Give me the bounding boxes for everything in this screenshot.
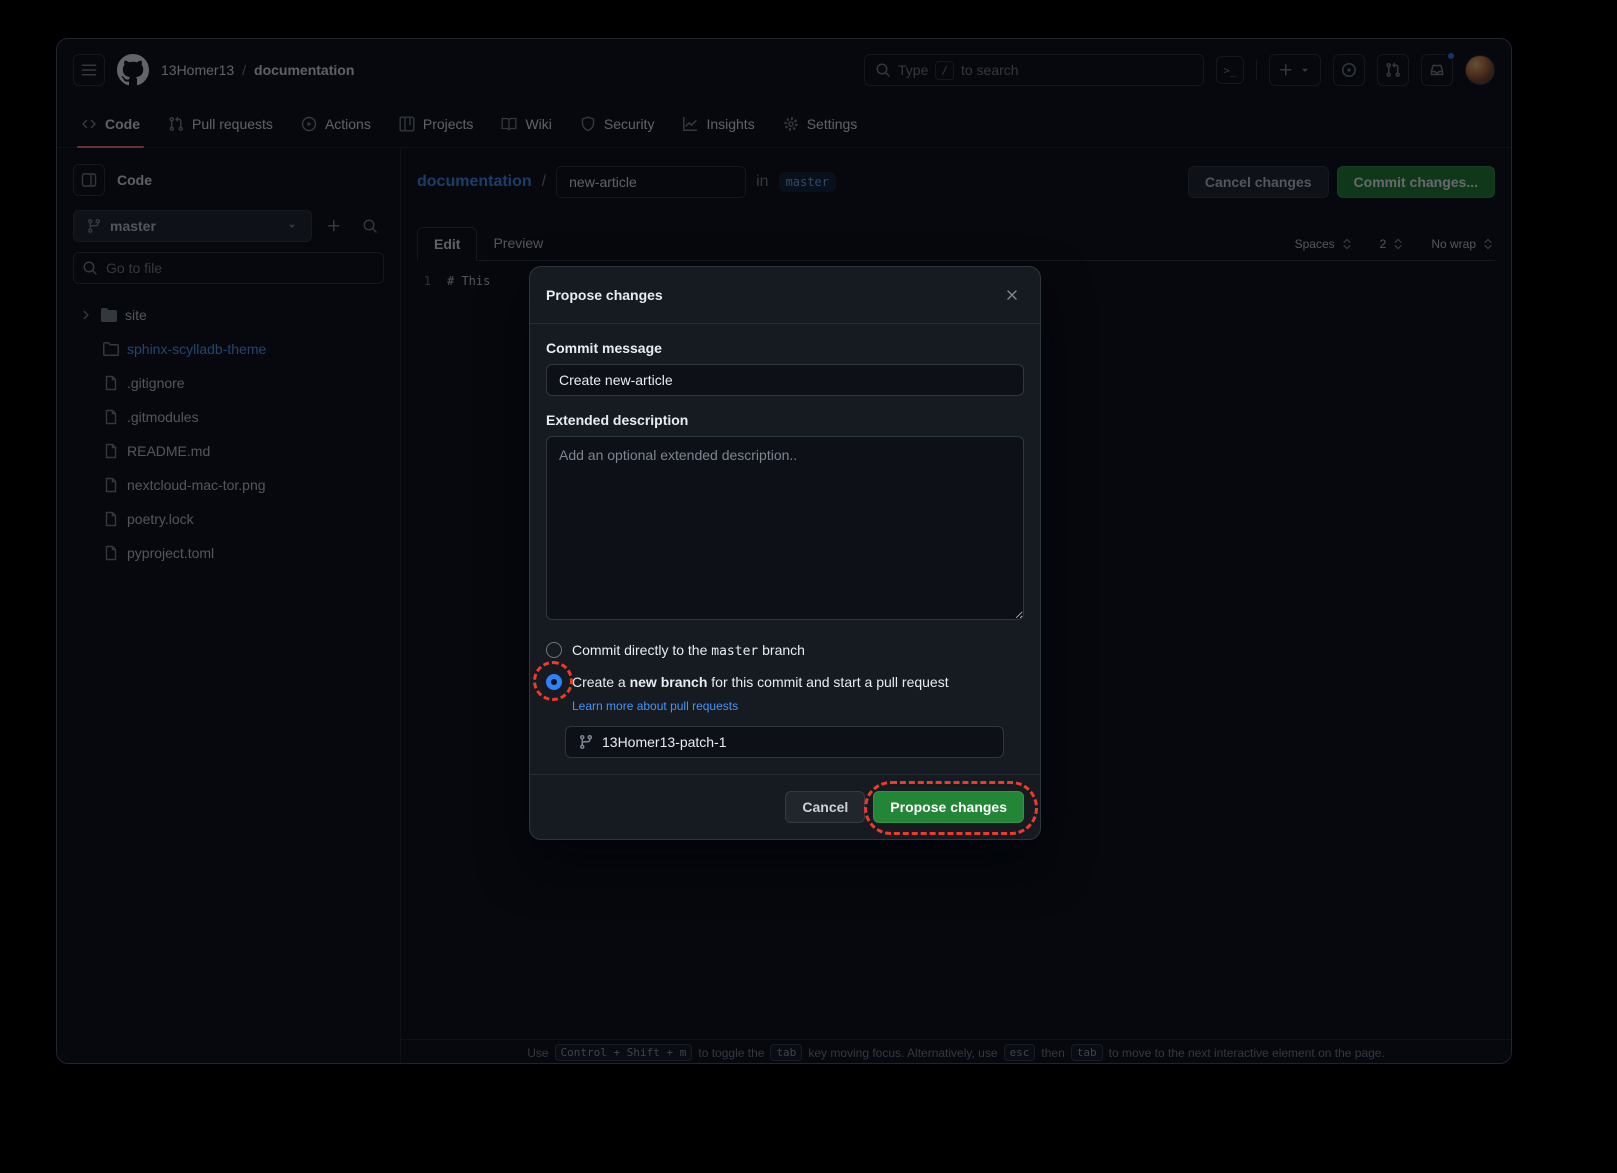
option-text-bold: new branch xyxy=(630,674,708,690)
option-text: Create a xyxy=(572,674,626,690)
commit-target-options: Commit directly to the master branch Cre… xyxy=(546,640,1024,758)
cancel-button[interactable]: Cancel xyxy=(785,791,865,823)
commit-directly-radio[interactable] xyxy=(546,642,562,658)
close-dialog-button[interactable] xyxy=(1000,283,1024,307)
new-branch-field xyxy=(565,726,1004,758)
dialog-title: Propose changes xyxy=(546,283,663,307)
dialog-header: Propose changes xyxy=(530,267,1040,324)
create-branch-label: Create a new branch for this commit and … xyxy=(572,672,949,692)
option-text: Commit directly to the xyxy=(572,642,707,658)
commit-message-input[interactable] xyxy=(546,364,1024,396)
desktop-background: 13Homer13 / documentation Type / to sear… xyxy=(0,0,1617,1173)
github-window: 13Homer13 / documentation Type / to sear… xyxy=(56,38,1512,1064)
create-branch-radio[interactable] xyxy=(546,674,562,690)
option-text: for this commit and start a pull request xyxy=(711,674,948,690)
commit-directly-label: Commit directly to the master branch xyxy=(572,640,805,662)
create-branch-option[interactable]: Create a new branch for this commit and … xyxy=(546,672,1024,692)
dialog-footer: Cancel Propose changes xyxy=(530,774,1040,839)
commit-message-label: Commit message xyxy=(546,340,1024,356)
propose-changes-button[interactable]: Propose changes xyxy=(873,791,1024,823)
close-icon xyxy=(1004,287,1020,303)
extended-description-textarea[interactable] xyxy=(546,436,1024,620)
new-branch-name-input[interactable] xyxy=(602,734,991,750)
extended-description-label: Extended description xyxy=(546,412,1024,428)
commit-directly-option[interactable]: Commit directly to the master branch xyxy=(546,640,1024,662)
master-branch-name: master xyxy=(711,644,758,659)
git-branch-icon xyxy=(578,734,594,750)
dialog-body: Commit message Extended description Comm… xyxy=(530,324,1040,774)
option-text: branch xyxy=(762,642,805,658)
propose-changes-dialog: Propose changes Commit message Extended … xyxy=(529,266,1041,840)
learn-more-link[interactable]: Learn more about pull requests xyxy=(572,698,738,714)
